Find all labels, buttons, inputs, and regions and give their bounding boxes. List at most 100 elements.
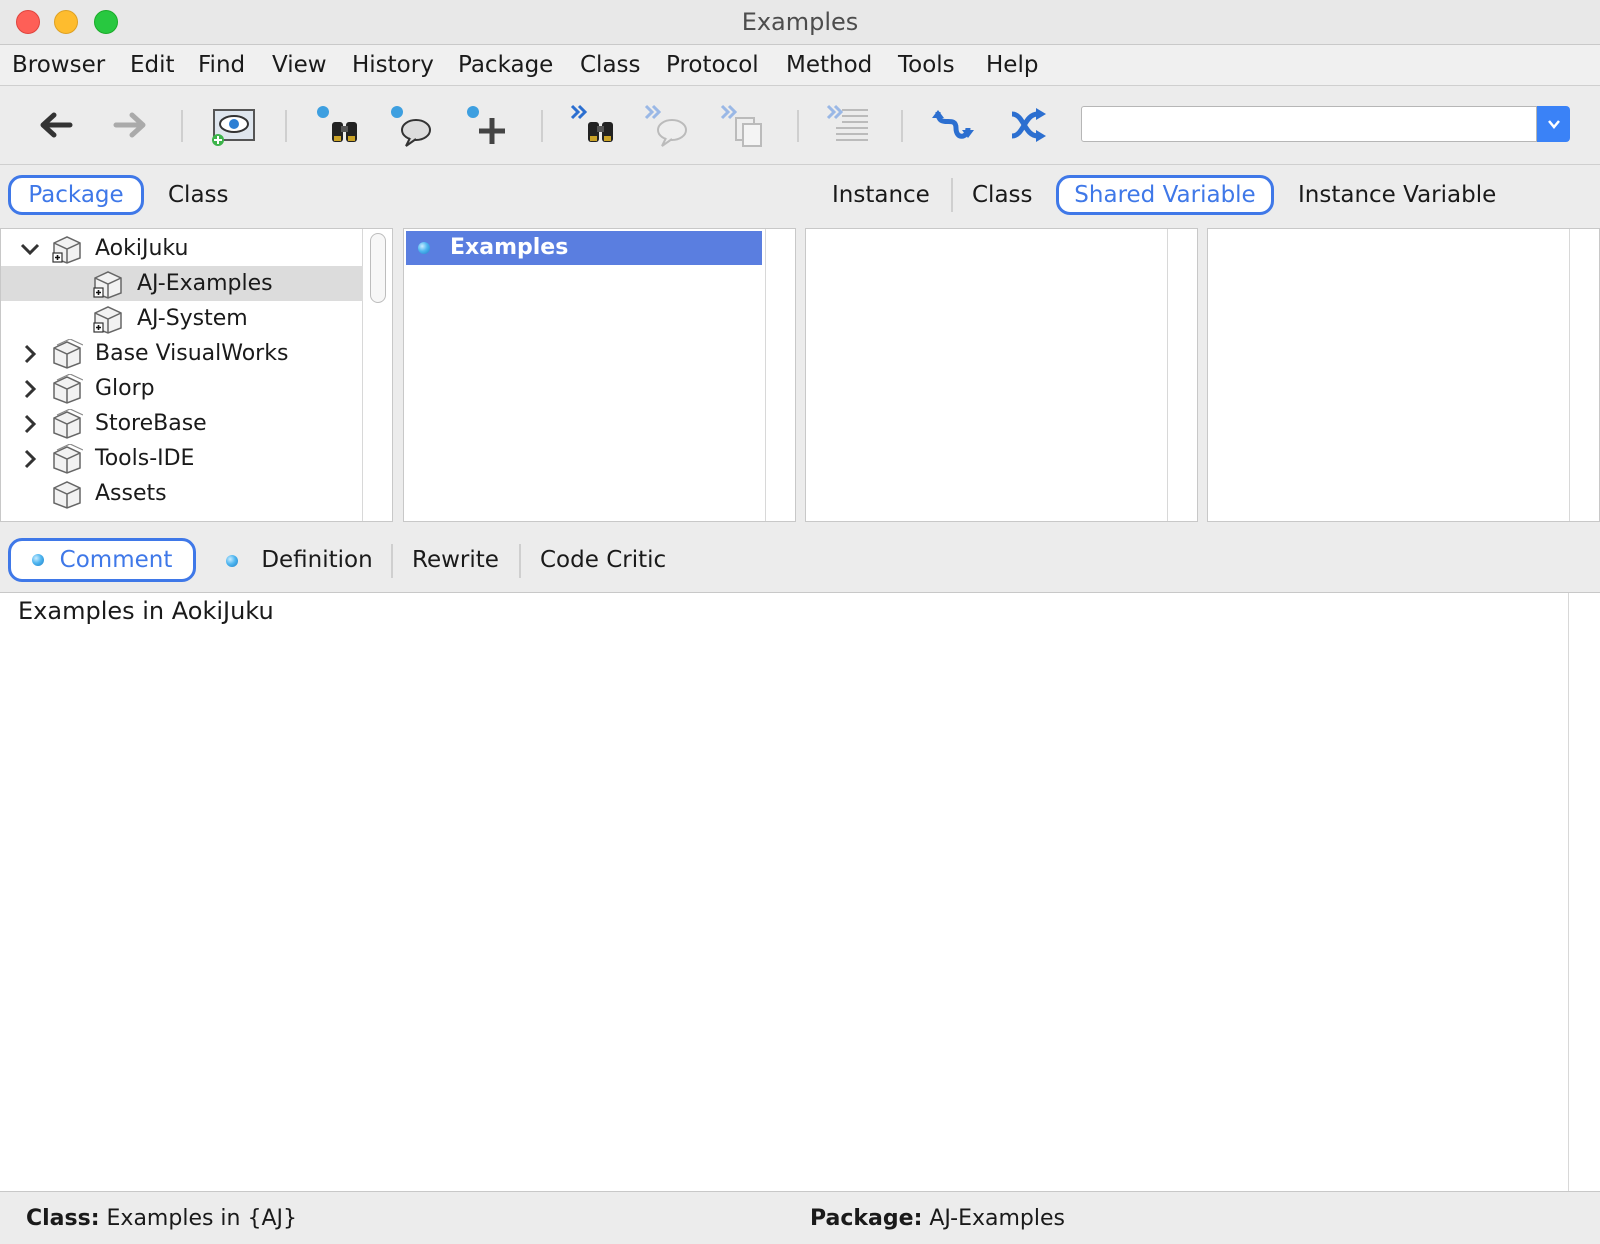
editor-text[interactable]: Examples in AokiJuku xyxy=(18,597,274,625)
toolbar-separator xyxy=(901,110,903,142)
tab-separator xyxy=(951,178,953,212)
menu-view[interactable]: View xyxy=(272,45,327,85)
shuffle-button[interactable] xyxy=(1004,100,1054,150)
find-references-icon xyxy=(391,106,431,147)
visibility-button[interactable] xyxy=(208,100,258,150)
tree-item-aj-examples[interactable]: AJ-Examples xyxy=(1,266,363,301)
tab-comment[interactable]: Comment xyxy=(8,538,196,582)
method-scrollbar[interactable] xyxy=(1569,229,1599,521)
package-icon xyxy=(49,476,85,511)
title-bar: Examples xyxy=(0,0,1600,45)
tree-item-aokijuku[interactable]: AokiJuku xyxy=(1,231,363,266)
tree-item-base-visualworks[interactable]: Base VisualWorks xyxy=(1,336,363,371)
class-list-pane[interactable]: Examples xyxy=(403,228,796,522)
tab-separator xyxy=(391,544,393,578)
tab-code-critic[interactable]: Code Critic xyxy=(540,540,666,580)
chevron-down-icon[interactable] xyxy=(19,231,41,266)
chevron-right-icon[interactable] xyxy=(19,336,41,371)
bundle-icon xyxy=(49,336,85,371)
tree-item-label: AokiJuku xyxy=(95,236,189,261)
next-copy-icon xyxy=(720,104,762,147)
protocol-list-pane[interactable] xyxy=(805,228,1198,522)
package-tree-pane[interactable]: AokiJuku AJ-Examples AJ-System Base Visu… xyxy=(0,228,393,522)
toolbar-separator xyxy=(181,110,183,142)
tab-definition[interactable]: Definition xyxy=(226,540,373,580)
search-dropdown-button[interactable] xyxy=(1537,106,1570,142)
forward-button[interactable] xyxy=(106,100,156,150)
format-button[interactable] xyxy=(824,100,874,150)
tab-rewrite[interactable]: Rewrite xyxy=(412,540,499,580)
menu-package[interactable]: Package xyxy=(458,45,553,85)
forward-arrow-icon xyxy=(113,112,146,138)
status-bar: Class: Examples in {AJ} Package: AJ-Exam… xyxy=(0,1193,1600,1244)
package-icon xyxy=(49,231,85,266)
tree-item-tools-ide[interactable]: Tools-IDE xyxy=(1,441,363,476)
status-class-label: Class: xyxy=(26,1206,100,1231)
back-button[interactable] xyxy=(30,100,80,150)
add-icon xyxy=(467,106,505,144)
tab-package[interactable]: Package xyxy=(8,175,144,215)
menu-edit[interactable]: Edit xyxy=(130,45,175,85)
method-list-pane[interactable] xyxy=(1207,228,1600,522)
package-scrollbar[interactable] xyxy=(362,229,392,521)
tab-shared-variable[interactable]: Shared Variable xyxy=(1056,175,1274,215)
bundle-icon xyxy=(49,441,85,476)
tab-class-side[interactable]: Class xyxy=(972,175,1033,215)
editor-scrollbar[interactable] xyxy=(1568,593,1600,1191)
tree-item-label: StoreBase xyxy=(95,411,207,436)
find-next-binoculars-icon xyxy=(570,104,613,142)
menu-browser[interactable]: Browser xyxy=(12,45,105,85)
tree-item-glorp[interactable]: Glorp xyxy=(1,371,363,406)
class-icon xyxy=(418,242,430,254)
package-icon xyxy=(90,266,126,301)
next-copy-button[interactable] xyxy=(718,100,768,150)
find-next-button[interactable] xyxy=(568,100,618,150)
menu-tools[interactable]: Tools xyxy=(898,45,955,85)
find-references-button[interactable] xyxy=(386,100,436,150)
next-reference-button[interactable] xyxy=(642,100,692,150)
chevron-right-icon[interactable] xyxy=(19,406,41,441)
add-button[interactable] xyxy=(462,100,512,150)
menu-class[interactable]: Class xyxy=(580,45,641,85)
status-package-label: Package: xyxy=(810,1206,923,1231)
definition-icon xyxy=(226,555,238,567)
scrollbar-thumb[interactable] xyxy=(370,233,386,303)
tab-comment-label: Comment xyxy=(59,547,173,573)
tab-instance-variable[interactable]: Instance Variable xyxy=(1298,175,1496,215)
status-package-value: AJ-Examples xyxy=(929,1206,1065,1231)
status-class: Class: Examples in {AJ} xyxy=(26,1193,297,1244)
chevron-down-icon xyxy=(1547,120,1560,129)
bundle-icon xyxy=(49,371,85,406)
menu-history[interactable]: History xyxy=(352,45,434,85)
toolbar-separator xyxy=(797,110,799,142)
chevron-right-icon[interactable] xyxy=(19,441,41,476)
protocol-scrollbar[interactable] xyxy=(1167,229,1197,521)
menu-bar: Browser Edit Find View History Package C… xyxy=(0,45,1600,86)
menu-protocol[interactable]: Protocol xyxy=(666,45,759,85)
tree-item-label: Base VisualWorks xyxy=(95,341,289,366)
menu-help[interactable]: Help xyxy=(986,45,1038,85)
tab-instance[interactable]: Instance xyxy=(832,175,930,215)
refresh-button[interactable] xyxy=(928,100,978,150)
tree-item-aj-system[interactable]: AJ-System xyxy=(1,301,363,336)
class-list-item-examples[interactable]: Examples xyxy=(406,231,762,265)
find-binoculars-icon xyxy=(317,106,357,142)
format-text-icon xyxy=(826,104,868,141)
toolbar-separator xyxy=(541,110,543,142)
status-package: Package: AJ-Examples xyxy=(810,1193,1065,1244)
menu-method[interactable]: Method xyxy=(786,45,872,85)
refresh-icon xyxy=(932,110,974,139)
status-class-value: Examples in {AJ} xyxy=(106,1206,298,1231)
tree-item-assets[interactable]: Assets xyxy=(1,476,363,511)
menu-find[interactable]: Find xyxy=(198,45,245,85)
tab-class[interactable]: Class xyxy=(168,175,229,215)
search-input[interactable] xyxy=(1081,106,1537,142)
code-editor[interactable]: Examples in AokiJuku xyxy=(0,592,1600,1192)
find-button[interactable] xyxy=(312,100,362,150)
chevron-right-icon[interactable] xyxy=(19,371,41,406)
class-scrollbar[interactable] xyxy=(765,229,795,521)
tab-definition-label: Definition xyxy=(261,547,373,573)
tree-item-storebase[interactable]: StoreBase xyxy=(1,406,363,441)
tree-item-label: Glorp xyxy=(95,376,155,401)
tree-item-label: AJ-System xyxy=(137,306,248,331)
